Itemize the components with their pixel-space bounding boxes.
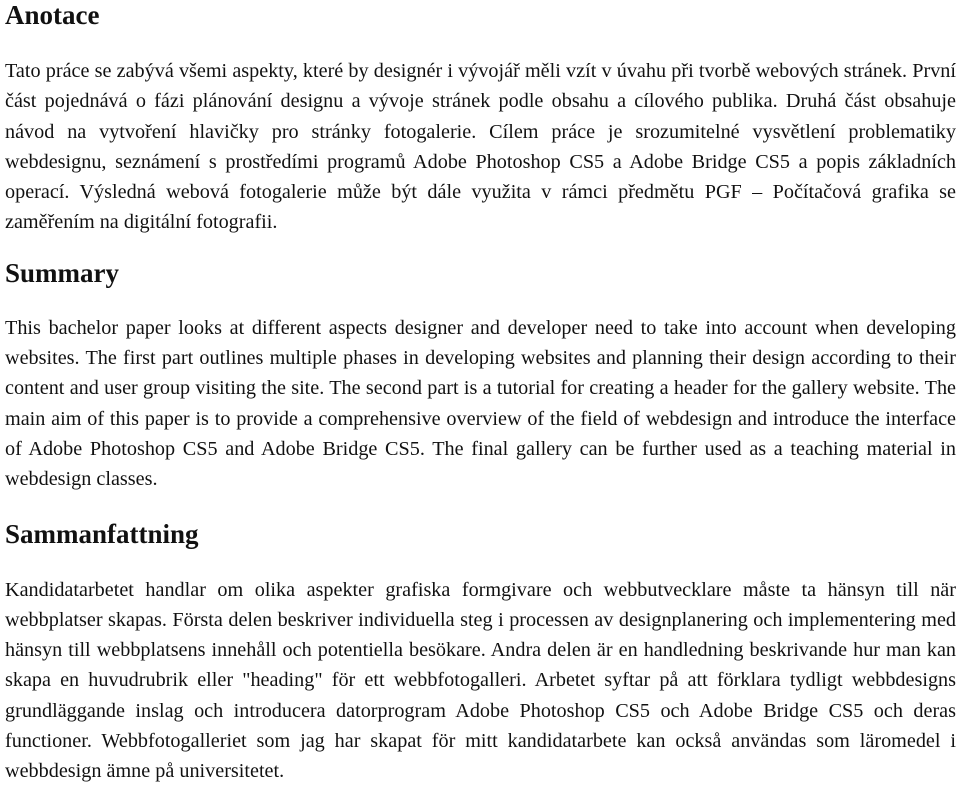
heading-anotace: Anotace (5, 0, 100, 30)
heading-summary: Summary (5, 257, 119, 288)
heading-sammanfattning: Sammanfattning (5, 518, 199, 549)
paragraph-summary: This bachelor paper looks at different a… (5, 316, 956, 491)
document-page: Anotace Tato práce se zabývá všemi aspek… (0, 0, 960, 787)
paragraph-anotace: Tato práce se zabývá všemi aspekty, kter… (5, 60, 956, 234)
paragraph-sammanfattning: Kandidatarbetet handlar om olika aspekte… (5, 578, 956, 783)
